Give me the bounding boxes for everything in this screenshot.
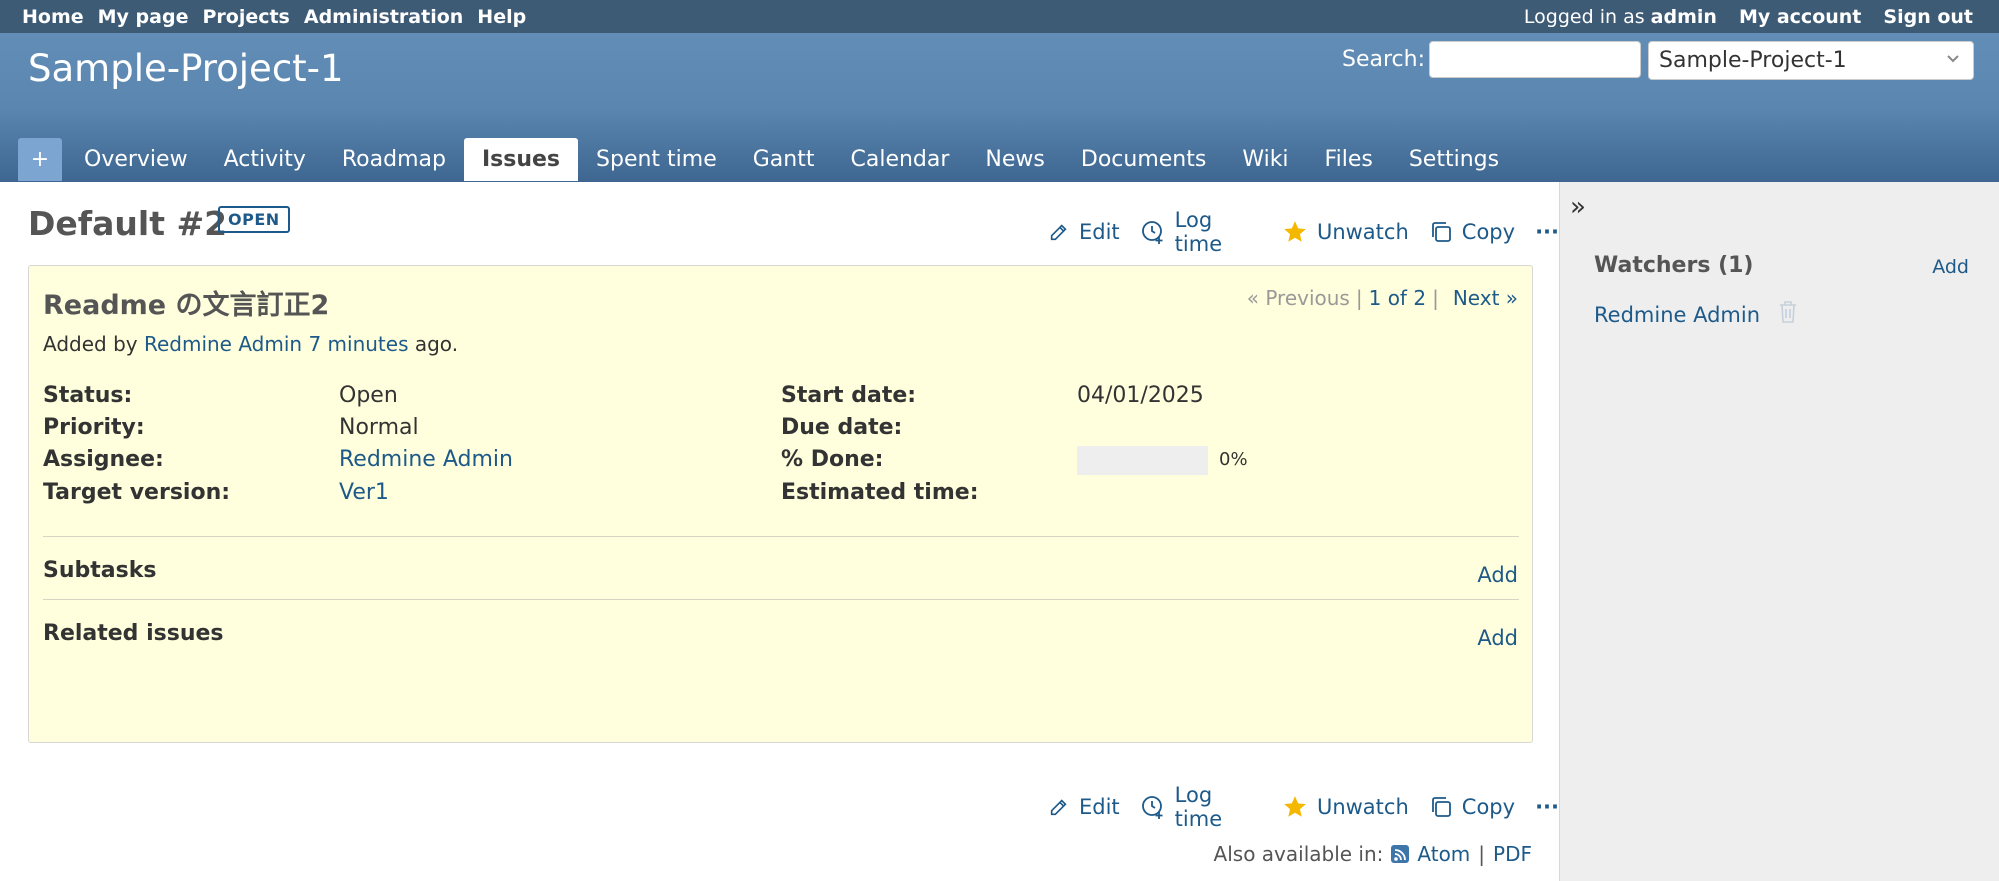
add-subtask-link[interactable]: Add (1477, 563, 1518, 587)
top-menu-left: Home My page Projects Administration Hel… (22, 6, 526, 28)
content: Default #2 OPEN Edit Log time Unwatch Co… (0, 182, 1560, 881)
my-account-link[interactable]: My account (1739, 6, 1861, 28)
target-version-link[interactable]: Ver1 (339, 480, 389, 505)
star-icon (1282, 219, 1308, 245)
clock-plus-icon (1140, 219, 1166, 245)
top-menu-projects[interactable]: Projects (202, 6, 289, 28)
tab-news[interactable]: News (967, 138, 1062, 181)
search-input[interactable] (1429, 41, 1641, 78)
project-jump-select[interactable]: Sample-Project-1 (1648, 41, 1974, 80)
new-object-button[interactable]: + (18, 138, 62, 181)
trash-icon[interactable] (1778, 300, 1798, 329)
tab-calendar[interactable]: Calendar (832, 138, 967, 181)
search-label: Search: (1342, 47, 1425, 72)
logged-in-user[interactable]: admin (1651, 6, 1717, 28)
issue-actions-bottom: Edit Log time Unwatch Copy ··· (1048, 783, 1559, 831)
done-progress-bar (1077, 446, 1208, 475)
watcher-link[interactable]: Redmine Admin (1594, 303, 1760, 327)
clock-plus-icon (1140, 794, 1166, 820)
status-badge: OPEN (218, 206, 290, 233)
copy-button[interactable]: Copy (1429, 795, 1515, 819)
issue-position-link[interactable]: 1 of 2 (1369, 286, 1426, 310)
tab-issues[interactable]: Issues (463, 138, 579, 181)
start-date-value: 04/01/2025 (1077, 383, 1204, 408)
pencil-icon (1048, 796, 1070, 818)
more-actions-icon[interactable]: ··· (1535, 795, 1559, 819)
main-menu: + Overview Activity Roadmap Issues Spent… (18, 138, 1517, 181)
log-time-button[interactable]: Log time (1140, 783, 1262, 831)
add-related-issue-link[interactable]: Add (1477, 626, 1518, 650)
star-icon (1282, 794, 1308, 820)
issue-details: Readme の文言訂正2 « Previous | 1 of 2 | Next… (28, 265, 1533, 743)
also-available: Also available in: Atom | PDF (1213, 842, 1532, 866)
tab-activity[interactable]: Activity (206, 138, 324, 181)
next-link[interactable]: Next » (1453, 286, 1518, 310)
issue-subject: Readme の文言訂正2 (43, 290, 330, 321)
issue-title: Default #2 (28, 204, 228, 243)
pdf-link[interactable]: PDF (1493, 842, 1532, 866)
add-watcher-link[interactable]: Add (1932, 256, 1969, 278)
tab-files[interactable]: Files (1307, 138, 1391, 181)
more-actions-icon[interactable]: ··· (1535, 220, 1559, 244)
subtasks-title: Subtasks (43, 558, 157, 583)
related-issues-title: Related issues (43, 621, 224, 646)
pencil-icon (1048, 221, 1070, 243)
sign-out-link[interactable]: Sign out (1883, 6, 1973, 28)
project-title: Sample-Project-1 (28, 47, 344, 90)
top-menu: Home My page Projects Administration Hel… (0, 0, 1999, 33)
top-menu-administration[interactable]: Administration (304, 6, 463, 28)
issue-actions-top: Edit Log time Unwatch Copy ··· (1048, 208, 1559, 256)
logged-in-as: Logged in as admin (1523, 6, 1717, 28)
unwatch-button[interactable]: Unwatch (1282, 794, 1409, 820)
tab-spent-time[interactable]: Spent time (578, 138, 735, 181)
unwatch-button[interactable]: Unwatch (1282, 219, 1409, 245)
assignee-link[interactable]: Redmine Admin (339, 447, 513, 472)
top-menu-home[interactable]: Home (22, 6, 84, 28)
done-percent: 0% (1219, 449, 1248, 470)
copy-icon (1429, 795, 1453, 819)
divider (43, 536, 1519, 537)
edit-button[interactable]: Edit (1048, 220, 1120, 244)
copy-icon (1429, 220, 1453, 244)
tab-wiki[interactable]: Wiki (1224, 138, 1306, 181)
created-time-link[interactable]: 7 minutes (308, 332, 408, 356)
tab-roadmap[interactable]: Roadmap (324, 138, 464, 181)
tab-documents[interactable]: Documents (1063, 138, 1224, 181)
watcher-item: Redmine Admin (1594, 300, 1798, 329)
top-menu-right: Logged in as admin My account Sign out (1524, 6, 1973, 28)
sidebar: » Watchers (1) Add Redmine Admin (1560, 182, 1999, 881)
priority-value: Normal (339, 415, 419, 440)
issue-author: Added by Redmine Admin 7 minutes ago. (43, 332, 459, 356)
rss-icon (1391, 845, 1410, 863)
tab-settings[interactable]: Settings (1391, 138, 1517, 181)
divider (43, 599, 1519, 600)
issue-navigation: « Previous | 1 of 2 | Next » (1246, 286, 1518, 310)
collapse-sidebar-icon[interactable]: » (1570, 192, 1586, 222)
watchers-title: Watchers (1) (1594, 253, 1754, 278)
top-menu-my-page[interactable]: My page (98, 6, 189, 28)
status-value: Open (339, 383, 398, 408)
author-link[interactable]: Redmine Admin (144, 332, 302, 356)
log-time-button[interactable]: Log time (1140, 208, 1262, 256)
project-jump-value: Sample-Project-1 (1659, 48, 1847, 73)
atom-link[interactable]: Atom (1417, 842, 1470, 866)
copy-button[interactable]: Copy (1429, 220, 1515, 244)
previous-link[interactable]: « Previous (1247, 286, 1350, 310)
tab-overview[interactable]: Overview (66, 138, 206, 181)
edit-button[interactable]: Edit (1048, 795, 1120, 819)
top-menu-help[interactable]: Help (477, 6, 526, 28)
tab-gantt[interactable]: Gantt (735, 138, 833, 181)
chevron-down-icon (1945, 50, 1961, 70)
